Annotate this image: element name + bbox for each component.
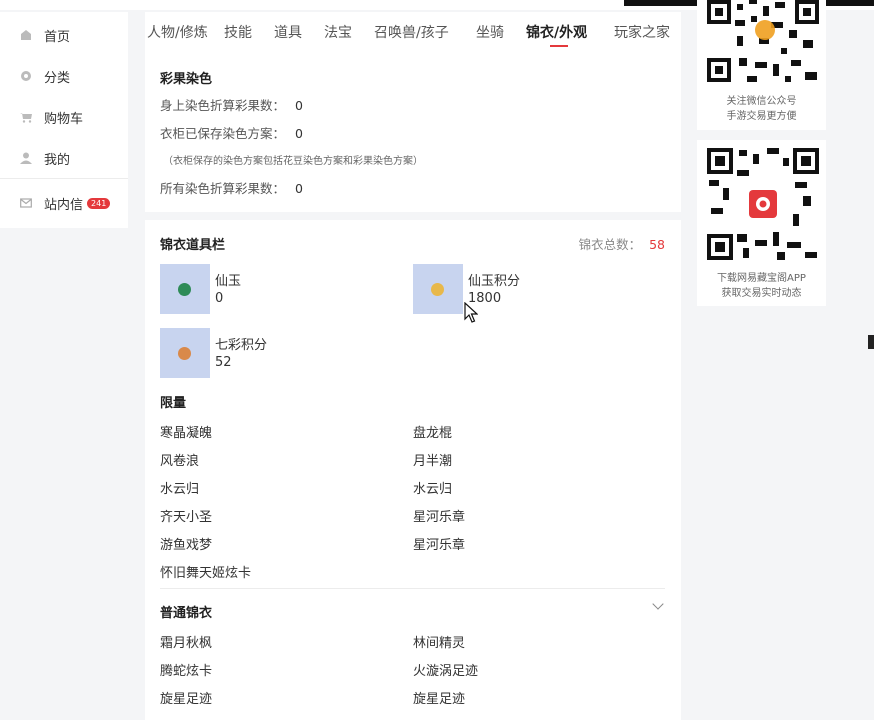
mouse-cursor-icon [464,302,478,323]
prop-name: 仙玉积分 [468,274,521,289]
list-item: 怀旧舞天姬炫卡 [160,566,252,581]
sidebar-item-mine[interactable]: 我的 [20,147,70,169]
outfit-total: 锦衣总数： 58 [579,234,665,253]
active-tab-underline [550,45,568,47]
dye-note: （衣柜保存的染色方案包括花豆染色方案和彩果染色方案） [163,156,423,167]
sidebar-item-label: 我的 [44,152,71,168]
list-item: 林间精灵 [413,636,466,651]
sidebar-item-label: 站内信 [44,197,84,213]
list-item: 星河乐章 [413,538,466,553]
chevron-down-icon[interactable] [652,598,664,610]
sidebar-item-label: 首页 [44,29,71,45]
list-item: 月半潮 [413,454,453,469]
sidebar-item-home[interactable]: 首页 [20,24,70,46]
tab-skills[interactable]: 技能 [224,22,252,42]
wechat-qr-code-icon [707,0,819,86]
list-item: 水云归 [160,482,200,497]
list-item: 旋星足迹 [413,692,466,707]
tab-home[interactable]: 玩家之家 [614,22,670,42]
mail-icon [20,198,32,208]
list-item: 盘龙棍 [413,426,453,441]
outfit-total-value: 58 [649,237,665,252]
prop-name: 仙玉 [215,274,242,289]
prop-item[interactable]: 仙玉积分 1800 [413,264,663,314]
dye-row-total: 所有染色折算彩果数： 0 [160,178,303,197]
dye-row-value: 0 [295,98,303,113]
gold-orb-icon [431,283,444,296]
normal-outfit-title: 普通锦衣 [160,606,213,621]
tab-character[interactable]: 人物/修炼 [147,22,208,42]
list-item: 霜月秋枫 [160,636,213,651]
sidebar-item-label: 购物车 [44,111,84,127]
tab-pets[interactable]: 召唤兽/孩子 [374,22,449,42]
sidebar-item-label: 分类 [44,70,71,86]
list-item: 寒晶凝魄 [160,426,213,441]
outfit-items-section: 锦衣道具栏 锦衣总数： 58 仙玉 0 仙玉积分 1800 七彩积分 52 限量 … [145,220,681,720]
tab-bar: 人物/修炼 技能 道具 法宝 召唤兽/孩子 坐骑 锦衣/外观 玩家之家 [145,12,681,52]
dye-row-label: 衣柜已保存染色方案： [160,126,286,141]
app-qr-card: 下载网易藏宝阁APP 获取交易实时动态 [697,140,826,306]
home-icon [21,30,31,40]
list-item: 腾蛇炫卡 [160,664,213,679]
prop-name: 七彩积分 [215,338,268,353]
jade-orb-icon [178,283,191,296]
list-item: 游鱼戏梦 [160,538,213,553]
wechat-qr-caption-1: 关注微信公众号 [726,96,797,107]
prop-thumbnail [160,264,210,314]
outfit-total-label: 锦衣总数： [578,237,642,252]
list-item: 风卷浪 [160,454,200,469]
items-title: 锦衣道具栏 [160,238,226,253]
list-item: 水云归 [413,482,453,497]
dye-row-label: 身上染色折算彩果数： [160,98,286,113]
limited-title: 限量 [160,396,187,411]
list-item: 火漩涡足迹 [413,664,479,679]
user-icon [20,152,32,164]
dye-row-value: 0 [295,126,303,141]
prop-value: 0 [215,291,224,306]
dye-row-wardrobe: 衣柜已保存染色方案： 0 [160,123,303,142]
section-divider [160,588,665,589]
dye-row-label: 所有染色折算彩果数： [160,181,286,196]
prop-item[interactable]: 七彩积分 52 [160,328,410,378]
tab-outfits[interactable]: 锦衣/外观 [526,22,587,42]
unread-badge: 241 [87,197,111,209]
rainbow-orb-icon [178,347,191,360]
dye-row-value: 0 [295,181,303,196]
cart-icon [20,113,32,123]
tab-items[interactable]: 道具 [274,22,302,42]
wechat-qr-caption-2: 手游交易更方便 [726,111,797,122]
list-item: 旋星足迹 [160,692,213,707]
dye-row-body: 身上染色折算彩果数： 0 [160,95,303,114]
app-qr-caption-2: 获取交易实时动态 [721,288,802,299]
sidebar-item-category[interactable]: 分类 [20,65,70,87]
app-qr-caption-1: 下载网易藏宝阁APP [717,273,806,284]
tab-treasure[interactable]: 法宝 [324,22,352,42]
list-item: 星河乐章 [413,510,466,525]
prop-item[interactable]: 仙玉 0 [160,264,410,314]
tab-mounts[interactable]: 坐骑 [476,22,504,42]
dye-section: 彩果染色 身上染色折算彩果数： 0 衣柜已保存染色方案： 0 （衣柜保存的染色方案包… [145,52,681,212]
prop-value: 52 [215,355,232,370]
sidebar-item-inbox[interactable]: 站内信 241 [20,192,111,214]
list-item: 齐天小圣 [160,510,213,525]
scrollbar-edge[interactable] [868,335,874,349]
wechat-qr-card: 关注微信公众号 手游交易更方便 [697,0,826,130]
app-download-qr-code-icon [707,148,819,260]
prop-thumbnail [160,328,210,378]
category-icon [21,71,31,81]
sidebar-item-cart[interactable]: 购物车 [20,106,83,128]
sidebar: 首页 分类 购物车 我的 站内信 241 [0,12,128,228]
sidebar-divider [0,178,128,179]
prop-thumbnail [413,264,463,314]
dye-title: 彩果染色 [160,72,213,87]
